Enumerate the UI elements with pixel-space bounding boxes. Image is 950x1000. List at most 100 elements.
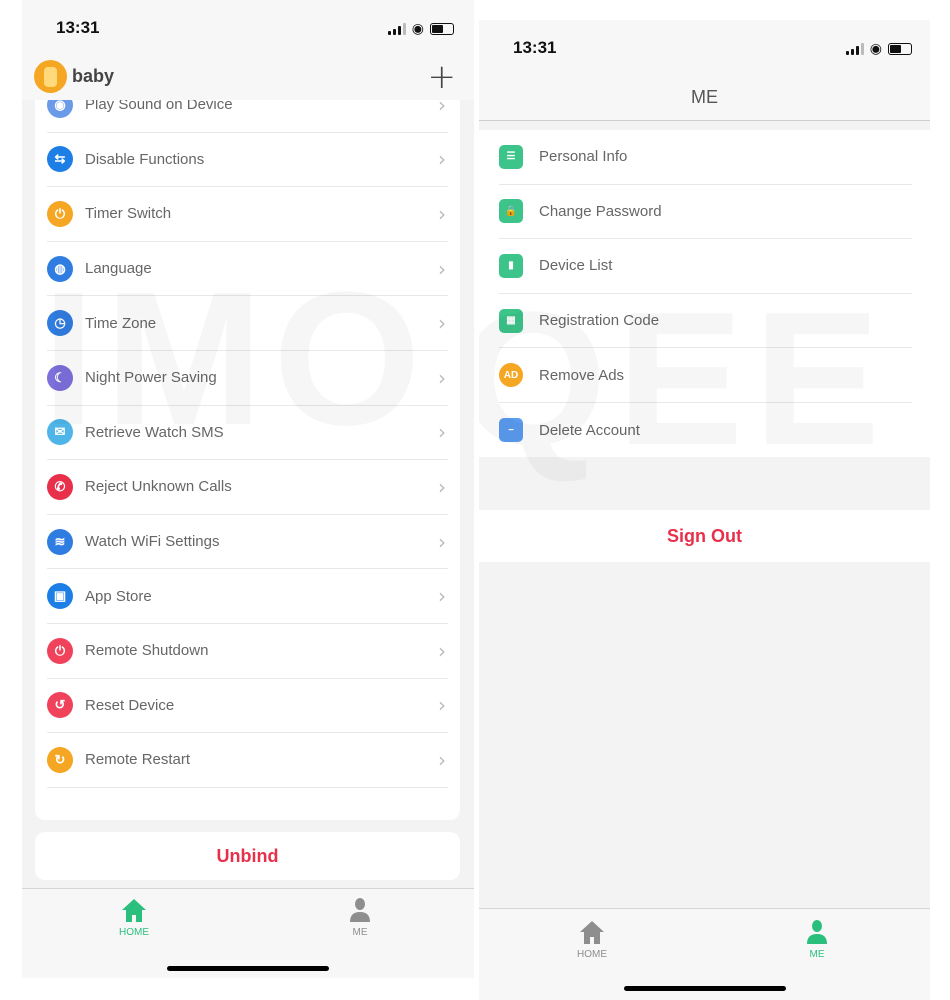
home-icon xyxy=(122,899,146,922)
device-name[interactable]: baby xyxy=(72,66,114,87)
chevron-right-icon: › xyxy=(438,147,446,172)
home-indicator xyxy=(624,986,786,991)
sign-out-button[interactable]: Sign Out xyxy=(479,510,930,562)
watch-restart-icon: ↻ xyxy=(47,746,73,773)
chevron-right-icon: › xyxy=(438,693,446,718)
settings-menu-card: ◉ Play Sound on Device › ⇆ Disable Functions… xyxy=(35,78,460,820)
tab-bar: HOME ME xyxy=(22,888,474,978)
menu-item-label: Remote Shutdown xyxy=(85,642,209,660)
menu-item-remote-restart[interactable]: ↻ Remote Restart › xyxy=(47,733,448,788)
person-icon xyxy=(350,898,370,922)
wifi-status-icon: ◉ xyxy=(411,20,424,36)
wifi-icon: ≋ xyxy=(47,528,73,555)
menu-item-label: Time Zone xyxy=(85,314,157,332)
menu-item-label: Device List xyxy=(539,257,613,275)
tab-home[interactable]: HOME xyxy=(552,919,632,960)
status-time: 13:31 xyxy=(56,18,100,37)
menu-item-device-list[interactable]: ▮ Device List xyxy=(499,239,912,294)
user-remove-icon: − xyxy=(499,418,523,443)
tab-home[interactable]: HOME xyxy=(94,897,174,938)
chevron-right-icon: › xyxy=(438,474,446,499)
chevron-right-icon: › xyxy=(438,311,446,336)
signal-icon xyxy=(387,22,406,35)
device-avatar[interactable] xyxy=(34,60,67,93)
menu-item-reject-unknown-calls[interactable]: ✆ Reject Unknown Calls › xyxy=(47,460,448,515)
menu-item-remove-ads[interactable]: AD Remove Ads xyxy=(499,348,912,403)
menu-item-label: Remove Ads xyxy=(539,366,625,384)
menu-item-app-store[interactable]: ▣ App Store › xyxy=(47,569,448,624)
plus-icon[interactable]: + xyxy=(428,57,457,97)
moon-icon: ☾ xyxy=(47,364,73,391)
unbind-button[interactable]: Unbind xyxy=(35,832,460,880)
wifi-status-icon: ◉ xyxy=(869,40,882,56)
menu-item-label: Disable Functions xyxy=(85,150,205,168)
no-ads-icon: AD xyxy=(499,363,523,388)
menu-item-label: Watch WiFi Settings xyxy=(85,533,220,551)
account-menu-card: ☰ Personal Info 🔒 Change Password ▮ Device Li… xyxy=(479,130,930,457)
timer-power-icon: ⏻ xyxy=(47,200,73,227)
tab-home-label: HOME xyxy=(119,927,149,938)
home-icon xyxy=(580,921,604,944)
watch-icon: ▮ xyxy=(499,253,523,278)
menu-item-label: Registration Code xyxy=(539,312,660,330)
reset-icon: ↺ xyxy=(47,692,73,719)
menu-item-label: Reset Device xyxy=(85,696,175,714)
tab-me[interactable]: ME xyxy=(320,897,400,938)
chevron-right-icon: › xyxy=(438,584,446,609)
toggle-icon: ⇆ xyxy=(47,146,73,173)
qr-code-icon: ▦ xyxy=(499,308,523,333)
signal-icon xyxy=(845,42,864,55)
menu-item-label: Language xyxy=(85,260,152,278)
menu-item-label: Change Password xyxy=(539,202,662,220)
shopping-bag-icon: ▣ xyxy=(47,583,73,610)
page-title: ME xyxy=(691,87,718,107)
menu-item-label: App Store xyxy=(85,587,152,605)
id-card-icon: ☰ xyxy=(499,144,523,169)
menu-item-label: Timer Switch xyxy=(85,205,172,223)
phone-reject-icon: ✆ xyxy=(47,473,73,500)
menu-item-retrieve-watch-sms[interactable]: ✉ Retrieve Watch SMS › xyxy=(47,406,448,461)
tab-me-label: ME xyxy=(809,949,825,960)
message-icon: ✉ xyxy=(47,419,73,446)
battery-icon xyxy=(888,42,912,55)
chevron-right-icon: › xyxy=(438,256,446,281)
tab-me-label: ME xyxy=(352,927,368,938)
chevron-right-icon: › xyxy=(438,201,446,226)
me-screen: QEE 13:31 ◉ ME ☰Personal Info🔒Change Pas… xyxy=(479,20,930,1000)
lock-icon: 🔒 xyxy=(499,199,523,224)
menu-item-label: Night Power Saving xyxy=(85,369,217,387)
menu-item-label: Delete Account xyxy=(539,421,640,439)
menu-item-language[interactable]: ◍ Language › xyxy=(47,242,448,297)
chevron-right-icon: › xyxy=(438,529,446,554)
tab-home-label: HOME xyxy=(577,949,607,960)
status-time: 13:31 xyxy=(513,38,557,57)
menu-item-label: Personal Info xyxy=(539,148,628,166)
globe-icon: ◍ xyxy=(47,255,73,282)
status-bar: 13:31 ◉ ME xyxy=(479,20,930,121)
menu-item-personal-info[interactable]: ☰ Personal Info xyxy=(499,130,912,185)
status-icons: ◉ xyxy=(387,20,454,37)
menu-item-delete-account[interactable]: − Delete Account xyxy=(499,403,912,458)
menu-item-label: Remote Restart xyxy=(85,751,191,769)
menu-item-disable-functions[interactable]: ⇆ Disable Functions › xyxy=(47,133,448,188)
chevron-right-icon: › xyxy=(438,365,446,390)
menu-item-remote-shutdown[interactable]: ⏻ Remote Shutdown › xyxy=(47,624,448,679)
menu-item-registration-code[interactable]: ▦ Registration Code xyxy=(499,294,912,349)
menu-item-night-power-saving[interactable]: ☾ Night Power Saving › xyxy=(47,351,448,406)
power-icon: ⏻ xyxy=(47,637,73,664)
menu-item-label: Reject Unknown Calls xyxy=(85,478,232,496)
menu-item-label: Retrieve Watch SMS xyxy=(85,423,224,441)
menu-item-reset-device[interactable]: ↺ Reset Device › xyxy=(47,679,448,734)
menu-item-timer-switch[interactable]: ⏻ Timer Switch › xyxy=(47,187,448,242)
chevron-right-icon: › xyxy=(438,638,446,663)
menu-item-change-password[interactable]: 🔒 Change Password xyxy=(499,185,912,240)
tab-bar: HOME ME xyxy=(479,908,930,1000)
chevron-right-icon: › xyxy=(438,420,446,445)
chevron-right-icon: › xyxy=(438,747,446,772)
tab-me[interactable]: ME xyxy=(777,919,857,960)
menu-item-time-zone[interactable]: ◷ Time Zone › xyxy=(47,296,448,351)
menu-item-watch-wifi-settings[interactable]: ≋ Watch WiFi Settings › xyxy=(47,515,448,570)
home-indicator xyxy=(167,966,329,971)
header: baby + xyxy=(22,55,474,100)
status-icons: ◉ xyxy=(845,40,912,57)
